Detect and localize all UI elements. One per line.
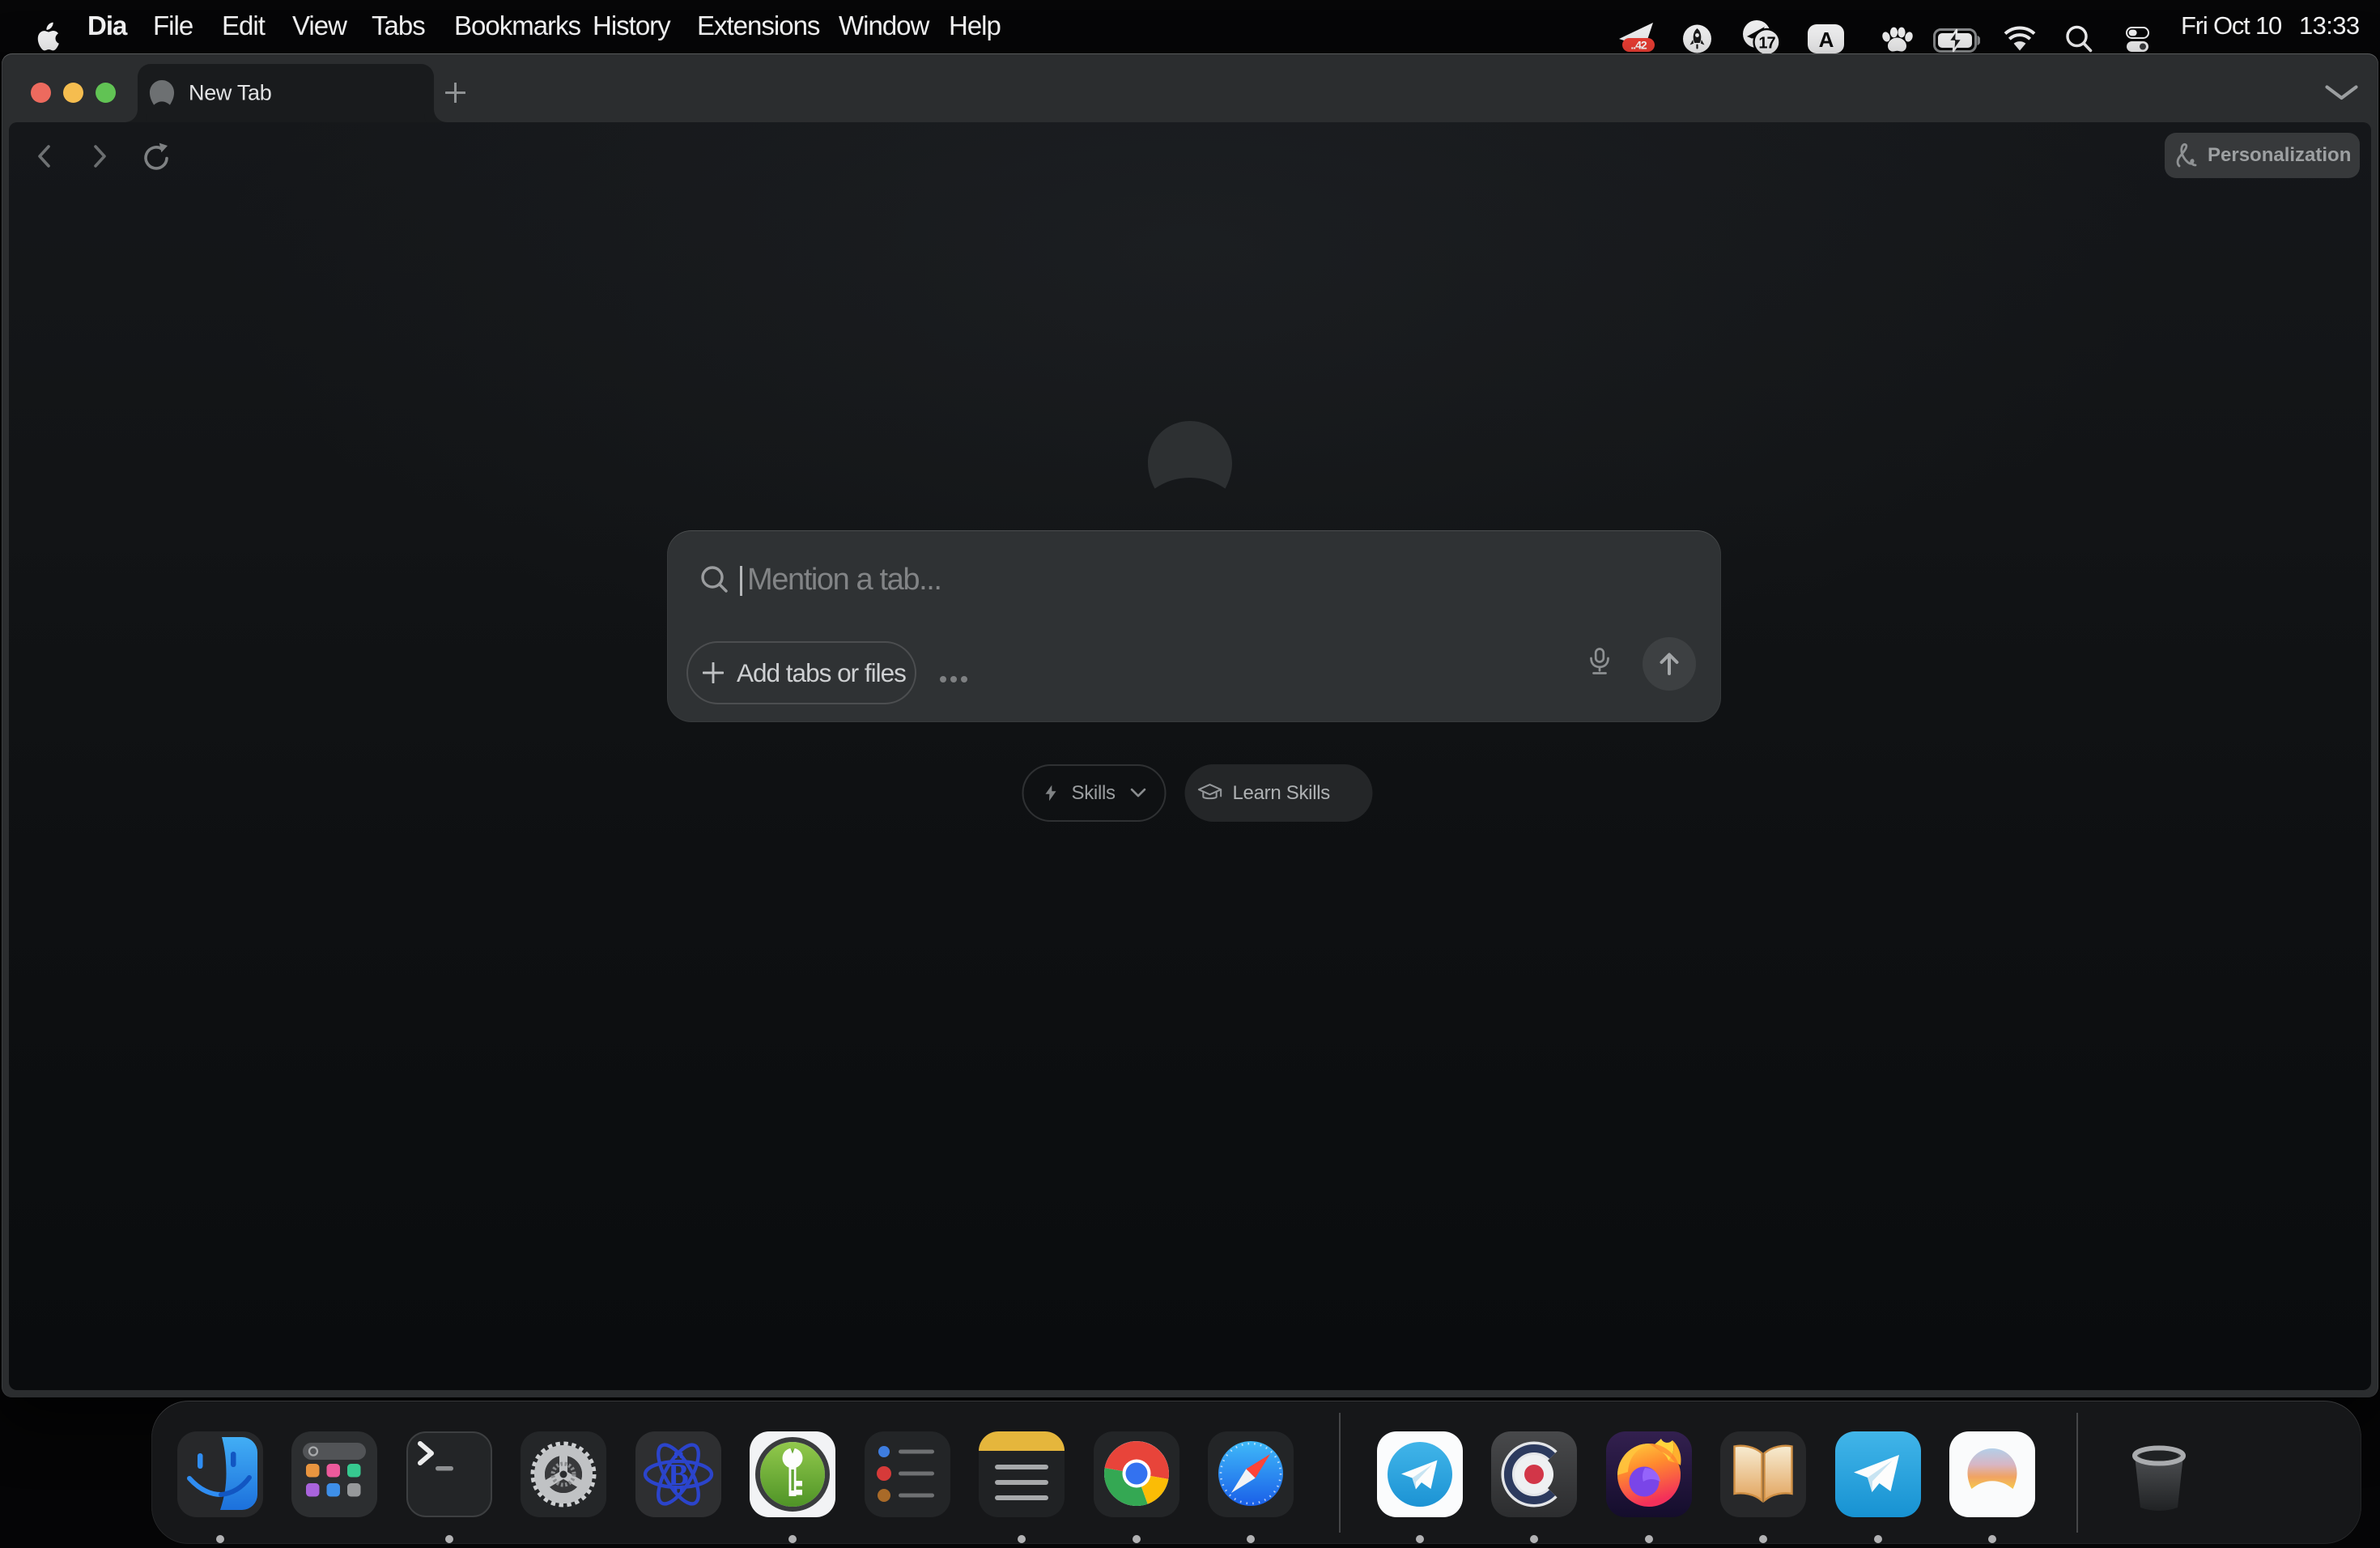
svg-text:B: B [668,1458,688,1492]
svg-text:A: A [1819,28,1834,52]
svg-text:17: 17 [1758,35,1775,53]
svg-text:..42: ..42 [1630,39,1647,52]
